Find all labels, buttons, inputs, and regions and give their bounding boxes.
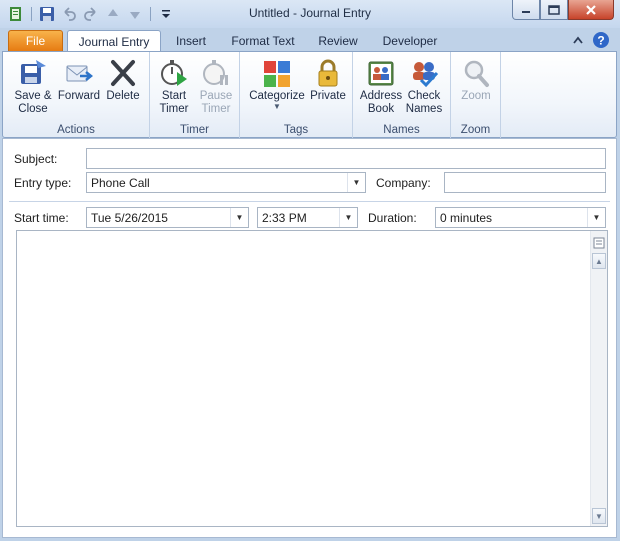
- maximize-button[interactable]: [540, 0, 568, 20]
- pause-timer-icon: [199, 56, 233, 90]
- start-time-value: 2:33 PM: [262, 211, 307, 225]
- delete-button[interactable]: Delete: [99, 56, 147, 103]
- group-label-actions: Actions: [57, 124, 95, 136]
- save-close-label-1: Save &: [14, 90, 52, 102]
- start-timer-button[interactable]: Start Timer: [150, 56, 198, 116]
- tab-insert[interactable]: Insert: [165, 30, 217, 52]
- group-timer: Start Timer Pause Timer Timer: [150, 52, 240, 138]
- chevron-down-icon[interactable]: ▼: [230, 208, 248, 227]
- close-icon: [586, 4, 596, 15]
- chevron-down-icon[interactable]: ▼: [339, 208, 357, 227]
- address-book-icon: [364, 56, 398, 90]
- company-label: Company:: [376, 176, 431, 190]
- start-timer-label-1: Start: [161, 90, 187, 102]
- private-button[interactable]: Private: [304, 56, 352, 103]
- check-names-button[interactable]: Check Names: [400, 56, 448, 116]
- ruler-toggle-icon[interactable]: [592, 234, 606, 252]
- title-bar: Untitled - Journal Entry: [0, 0, 620, 28]
- svg-text:?: ?: [597, 34, 604, 48]
- group-names: Address Book Check Names Names: [353, 52, 451, 138]
- forward-icon: [62, 56, 96, 90]
- group-label-zoom: Zoom: [460, 124, 491, 136]
- group-tags: Categorize ▼ Private Tags: [240, 52, 353, 138]
- minimize-ribbon-icon[interactable]: [572, 35, 584, 45]
- minimize-button[interactable]: [512, 0, 540, 20]
- form-divider: [9, 201, 610, 202]
- pause-timer-label-1: Pause: [199, 90, 233, 102]
- zoom-label: Zoom: [461, 90, 491, 102]
- chevron-down-icon[interactable]: ▼: [587, 208, 605, 227]
- start-time-select[interactable]: 2:33 PM ▼: [257, 207, 358, 228]
- duration-select[interactable]: 0 minutes ▼: [435, 207, 606, 228]
- save-close-label-2: Close: [18, 103, 48, 115]
- minimize-icon: [522, 10, 530, 13]
- address-book-label-2: Book: [367, 103, 395, 115]
- address-book-label-1: Address: [359, 90, 403, 102]
- vertical-scrollbar[interactable]: ▲ ▼: [590, 231, 607, 526]
- entry-type-label: Entry type:: [14, 176, 72, 190]
- tab-review[interactable]: Review: [309, 30, 367, 52]
- delete-icon: [106, 56, 140, 90]
- check-names-label-1: Check: [407, 90, 441, 102]
- forward-button[interactable]: Forward: [55, 56, 103, 103]
- duration-label: Duration:: [368, 211, 417, 225]
- subject-input[interactable]: [86, 148, 606, 169]
- window-controls: [512, 0, 614, 20]
- start-timer-icon: [157, 56, 191, 90]
- company-input[interactable]: [444, 172, 606, 193]
- categorize-button[interactable]: Categorize ▼: [248, 56, 306, 111]
- group-label-timer: Timer: [180, 124, 209, 136]
- save-close-icon: [16, 56, 50, 90]
- start-time-label: Start time:: [14, 211, 69, 225]
- check-names-label-2: Names: [405, 103, 443, 115]
- close-button[interactable]: [568, 0, 614, 20]
- categorize-dropdown-icon: ▼: [273, 102, 281, 111]
- duration-value: 0 minutes: [440, 211, 493, 225]
- tab-format-text[interactable]: Format Text: [224, 30, 302, 52]
- ribbon-right-controls: ?: [572, 31, 610, 49]
- scroll-up-button[interactable]: ▲: [592, 253, 606, 269]
- notes-body-textarea[interactable]: ▲ ▼: [16, 230, 608, 527]
- entry-type-value: Phone Call: [91, 176, 150, 190]
- zoom-button: Zoom: [452, 56, 500, 103]
- help-icon[interactable]: ?: [592, 31, 610, 49]
- tab-file[interactable]: File: [8, 30, 63, 52]
- maximize-icon: [548, 4, 560, 15]
- tab-journal-entry[interactable]: Journal Entry: [67, 30, 161, 53]
- chevron-down-icon[interactable]: ▼: [347, 173, 365, 192]
- group-actions: Save & Close Forward Delete Actions: [3, 52, 150, 138]
- check-names-icon: [407, 56, 441, 90]
- address-book-button[interactable]: Address Book: [357, 56, 405, 116]
- tab-developer[interactable]: Developer: [374, 30, 446, 52]
- group-label-names: Names: [383, 124, 420, 136]
- save-close-button[interactable]: Save & Close: [9, 56, 57, 116]
- ribbon: Save & Close Forward Delete Actions Star…: [2, 51, 617, 138]
- group-label-tags: Tags: [283, 124, 309, 136]
- start-date-select[interactable]: Tue 5/26/2015 ▼: [86, 207, 249, 228]
- forward-label: Forward: [57, 90, 101, 102]
- pause-timer-label-2: Timer: [201, 103, 231, 115]
- entry-type-select[interactable]: Phone Call ▼: [86, 172, 366, 193]
- categorize-icon: [260, 56, 294, 90]
- scroll-down-button[interactable]: ▼: [592, 508, 606, 524]
- subject-label: Subject:: [14, 152, 58, 166]
- zoom-icon: [459, 56, 493, 90]
- private-label: Private: [310, 90, 346, 102]
- start-timer-label-2: Timer: [159, 103, 189, 115]
- group-zoom: Zoom Zoom: [451, 52, 501, 138]
- journal-entry-form: Subject: Entry type: Phone Call ▼ Compan…: [2, 138, 617, 538]
- ribbon-tabs: File Journal Entry Insert Format Text Re…: [0, 28, 620, 53]
- start-date-value: Tue 5/26/2015: [91, 211, 168, 225]
- lock-icon: [311, 56, 345, 90]
- delete-label: Delete: [106, 90, 140, 102]
- pause-timer-button: Pause Timer: [192, 56, 240, 116]
